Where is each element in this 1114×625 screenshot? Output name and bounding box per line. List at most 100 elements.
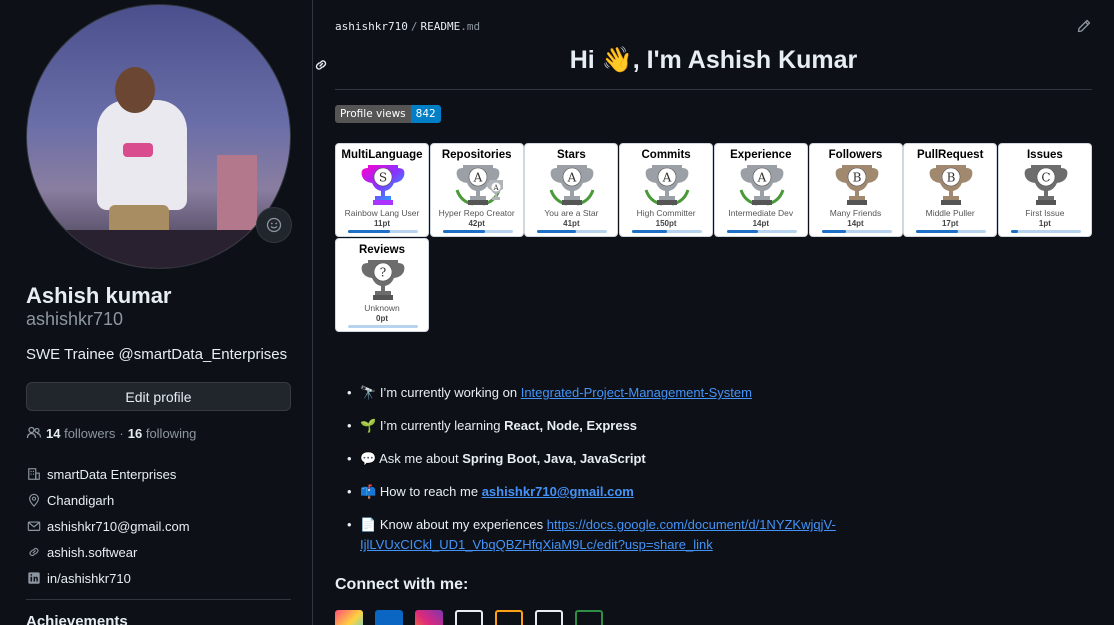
- trophy-progress-bar: [726, 230, 797, 233]
- profile-details: smartData Enterprises Chandigarh ashishk…: [26, 461, 291, 591]
- trophy-progress-bar: [442, 230, 513, 233]
- trophy-rank: A: [756, 171, 766, 185]
- svg-text:A: A: [492, 184, 499, 192]
- readme-panel: ashishkr710 / README.md Hi 👋, I'm Ashish…: [313, 0, 1114, 625]
- path-user[interactable]: ashishkr710: [335, 20, 408, 33]
- item-link[interactable]: ashishkr710@gmail.com: [482, 484, 634, 499]
- followers-label: followers: [64, 425, 116, 441]
- trophy-card: Repositories A A Hyper Repo Creator 42pt: [429, 143, 524, 237]
- detail-location: Chandigarh: [26, 487, 291, 513]
- list-item: 🌱 I’m currently learning React, Node, Ex…: [347, 416, 1087, 436]
- organization-icon: [26, 466, 42, 482]
- avatar[interactable]: [26, 4, 291, 269]
- hackerrank-icon[interactable]: [455, 610, 483, 625]
- trophy-title: Commits: [641, 149, 691, 161]
- anchor-link-icon[interactable]: [313, 57, 329, 73]
- trophy-title: Followers: [828, 149, 883, 161]
- linkedin-icon[interactable]: [375, 610, 403, 625]
- detail-email[interactable]: ashishkr710@gmail.com: [26, 513, 291, 539]
- trophy-subtitle: Unknown: [364, 303, 400, 313]
- trophy-card: PullRequest B Middle Puller 17pt: [903, 143, 998, 237]
- trophy-subtitle: Hyper Repo Creator: [438, 208, 515, 218]
- trophy-points: 150pt: [655, 219, 677, 228]
- detail-linkedin[interactable]: in/ashishkr710: [26, 565, 291, 591]
- trophy-progress-fill: [1010, 230, 1018, 233]
- list-item: 📄 Know about my experiences https://docs…: [347, 515, 1087, 555]
- pencil-icon[interactable]: [1076, 18, 1092, 34]
- item-emoji-icon: 🌱: [360, 418, 380, 433]
- trophy-cup-icon: A: [549, 165, 595, 206]
- trophy-card: Reviews? Unknown 0pt: [335, 238, 429, 332]
- trophy-progress-fill: [348, 230, 390, 233]
- location-icon: [26, 492, 42, 508]
- item-emoji-icon: 📄: [360, 517, 380, 532]
- trophy-points: 14pt: [847, 219, 864, 228]
- link-icon: [26, 544, 42, 560]
- linkedin-link[interactable]: in/ashishkr710: [47, 571, 131, 586]
- trophy-progress-bar: [348, 325, 418, 328]
- trophy-rank: B: [947, 171, 956, 185]
- heading-rule: [335, 89, 1092, 90]
- trophy-card: Commits A High Committer 150pt: [619, 143, 714, 237]
- profile-views-badge: Profile views 842: [335, 105, 441, 123]
- item-text: How to reach me: [379, 484, 482, 499]
- trophy-rank: A: [662, 171, 672, 185]
- instagram-icon[interactable]: [415, 610, 443, 625]
- trophy-cup-icon: ?: [361, 260, 405, 300]
- item-text: I’m currently learning: [379, 418, 505, 433]
- trophy-progress-bar: [537, 230, 608, 233]
- dev-to-icon[interactable]: [335, 610, 363, 625]
- path-file-ext: .md: [460, 20, 481, 33]
- item-emoji-icon: 💬: [360, 451, 380, 466]
- trophy-title: PullRequest: [916, 149, 984, 161]
- item-link[interactable]: Integrated-Project-Management-System: [521, 385, 752, 400]
- following-label: following: [145, 425, 197, 441]
- achievements-heading[interactable]: Achievements: [26, 613, 128, 625]
- trophy-points: 1pt: [1038, 219, 1051, 228]
- item-text: Ask me about: [379, 451, 463, 466]
- set-status-button[interactable]: [256, 207, 292, 243]
- trophy-progress-fill: [632, 230, 668, 233]
- bg-crowd: [27, 230, 290, 268]
- trophy-progress-fill: [916, 230, 959, 233]
- trophy-subtitle: Rainbow Lang User: [344, 208, 420, 218]
- trophy-subtitle: High Committer: [636, 208, 696, 218]
- trophy-rank: C: [1041, 171, 1050, 185]
- website-link[interactable]: ashish.softwear: [47, 545, 137, 560]
- trophy-progress-bar: [821, 230, 892, 233]
- leetcode-icon[interactable]: [495, 610, 523, 625]
- trophy-points: 42pt: [468, 219, 485, 228]
- trophy-progress-fill: [821, 230, 846, 233]
- trophy-rank: S: [379, 171, 387, 185]
- trophy-cup-icon: A: [644, 165, 690, 206]
- list-item: 📫 How to reach me ashishkr710@gmail.com: [347, 482, 1087, 502]
- trophy-points: 41pt: [563, 219, 580, 228]
- edit-profile-button[interactable]: Edit profile: [26, 382, 291, 411]
- geeksforgeeks-icon[interactable]: [575, 610, 603, 625]
- following-link[interactable]: 16 following: [128, 426, 197, 441]
- badge-count: 842: [410, 105, 441, 123]
- smiley-icon: [266, 217, 282, 233]
- codechef-icon[interactable]: [535, 610, 563, 625]
- readme-path: ashishkr710 / README.md: [335, 20, 480, 33]
- item-emoji-icon: 📫: [360, 484, 380, 499]
- trophy-points: 11pt: [373, 219, 390, 228]
- trophy-cup-icon: AA: [455, 165, 503, 206]
- trophy-rank: A: [472, 171, 482, 185]
- separator-dot: ·: [119, 425, 124, 441]
- people-icon: [26, 426, 42, 439]
- trophy-cup-icon: C: [1024, 165, 1068, 205]
- trophy-cup-icon: B: [835, 165, 878, 205]
- email-link[interactable]: ashishkr710@gmail.com: [47, 519, 190, 534]
- detail-website[interactable]: ashish.softwear: [26, 539, 291, 565]
- trophy-title: Experience: [730, 149, 792, 161]
- trophy-subtitle: Middle Puller: [925, 208, 975, 218]
- followers-link[interactable]: 14 followers: [46, 426, 115, 441]
- person-head: [115, 67, 155, 113]
- readme-list: 🔭 I’m currently working on Integrated-Pr…: [347, 383, 1087, 568]
- item-bold-text: Spring Boot, Java, JavaScript: [462, 451, 646, 466]
- profile-name: Ashish kumar: [26, 283, 172, 308]
- list-item: 🔭 I’m currently working on Integrated-Pr…: [347, 383, 1087, 403]
- trophy-cup-icon: S: [361, 165, 405, 205]
- path-file: README.md: [420, 20, 480, 33]
